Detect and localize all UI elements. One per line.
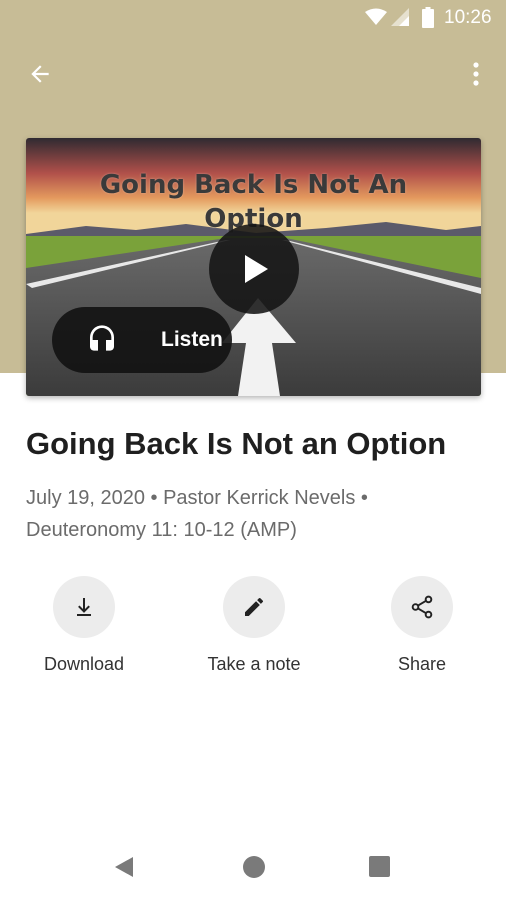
wifi-icon [365,8,387,25]
play-button[interactable] [209,224,299,314]
take-note-circle [223,576,285,638]
sermon-artwork: Going Back Is Not An Option Listen [26,138,481,396]
headphones-icon [90,325,114,351]
nav-recents-icon[interactable] [369,856,390,877]
share-label: Share [397,654,447,674]
listen-label: Listen [161,328,223,351]
share-button[interactable]: Share [342,576,502,686]
app-bar [0,48,506,100]
signal-icon [391,8,409,26]
status-time: 10:26 [444,7,492,28]
sermon-title: Going Back Is Not an Option [26,426,447,461]
download-circle [53,576,115,638]
sermon-meta: July 19, 2020 • Pastor Kerrick Nevels • … [26,482,486,546]
back-button[interactable] [22,56,58,92]
download-label: Download [43,654,125,674]
system-nav-bar [0,840,506,900]
play-icon [245,255,268,283]
share-circle [391,576,453,638]
more-vert-icon [473,62,479,86]
overflow-menu-button[interactable] [462,56,490,92]
take-note-label: Take a note [207,654,301,674]
meta-date-speaker: July 19, 2020 • Pastor Kerrick Nevels • [26,487,368,509]
listen-button[interactable]: Listen [52,307,232,373]
nav-home-icon[interactable] [243,856,265,878]
pencil-icon [245,597,264,616]
nav-back-icon[interactable] [113,856,135,878]
take-note-button[interactable]: Take a note [174,576,334,686]
arrow-back-icon [31,65,49,83]
download-icon [77,598,91,616]
battery-icon [422,7,434,28]
share-icon [411,595,433,619]
meta-scripture: Deuteronomy 11: 10-12 (AMP) [26,519,297,541]
status-bar: 10:26 [0,0,506,36]
download-button[interactable]: Download [4,576,164,686]
